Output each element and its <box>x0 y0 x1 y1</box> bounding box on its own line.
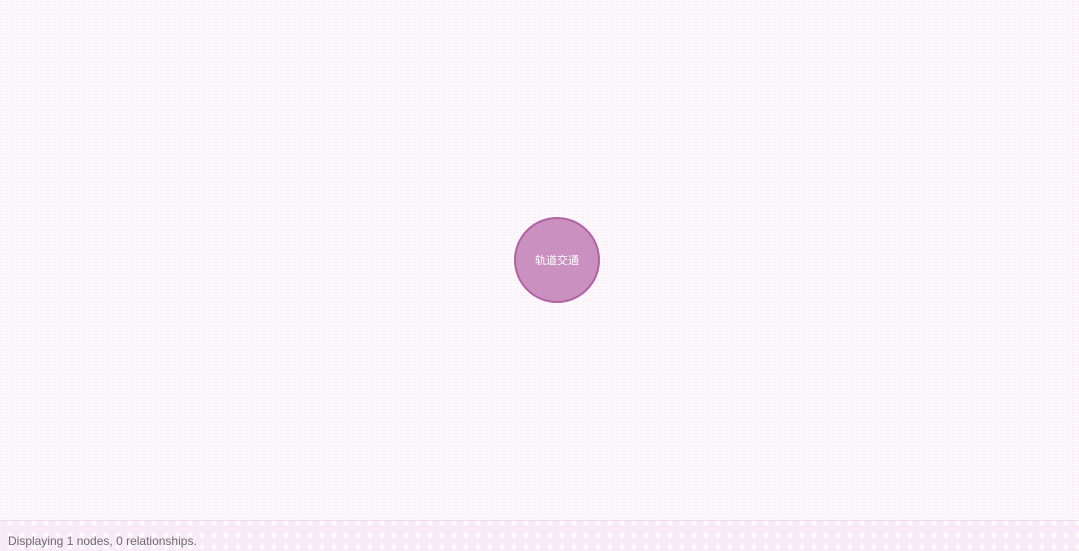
status-text: Displaying 1 nodes, 0 relationships. <box>8 534 197 548</box>
graph-canvas[interactable]: 轨道交通 <box>0 0 1079 520</box>
graph-node[interactable]: 轨道交通 <box>514 217 600 303</box>
graph-node-label: 轨道交通 <box>535 254 579 267</box>
status-bar: Displaying 1 nodes, 0 relationships. <box>0 520 1079 551</box>
